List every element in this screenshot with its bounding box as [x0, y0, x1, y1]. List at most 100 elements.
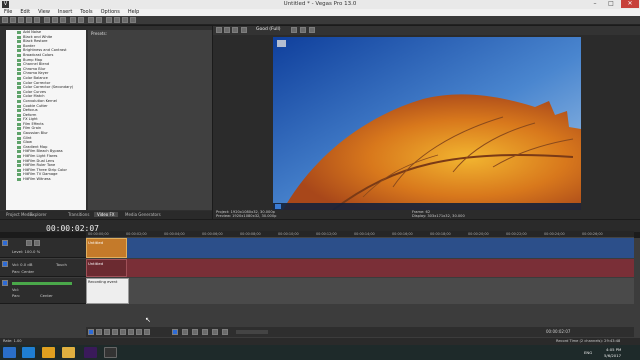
tab-project-media[interactable]: Project Media: [6, 212, 33, 217]
tab-explorer[interactable]: Explorer: [30, 212, 47, 217]
video-clip[interactable]: Untitled: [86, 238, 127, 258]
play-icon[interactable]: [112, 329, 118, 335]
properties-icon[interactable]: [26, 17, 32, 23]
preview-settings-icon[interactable]: [241, 27, 247, 33]
pause-icon[interactable]: [120, 329, 126, 335]
status-bar: Rate: 1.00 Record Time (2 channels): 29:…: [0, 338, 640, 345]
vegas-taskbar-icon[interactable]: [104, 347, 117, 358]
save-snapshot-icon[interactable]: [309, 27, 315, 33]
play-from-start-icon[interactable]: [104, 329, 110, 335]
auto-ripple-icon[interactable]: [96, 17, 102, 23]
lock-envelopes-icon[interactable]: [106, 17, 112, 23]
video-track-lane[interactable]: Untitled: [86, 238, 634, 258]
ruler-mark: 00:00:18;00: [430, 232, 451, 236]
record-time-label: Record Time (2 channels): 29:43:48: [556, 339, 621, 343]
windows-taskbar: ENG 4:05 PM 5/6/2017: [0, 345, 640, 360]
premiere-icon[interactable]: [84, 347, 97, 358]
paste-icon[interactable]: [60, 17, 66, 23]
effects-tree[interactable]: Add Noise Black and White Black Restore …: [6, 30, 86, 210]
title-bar: V Untitled * - Vegas Pro 13.0 – □ ✕: [0, 0, 640, 9]
audio-track-lane[interactable]: Untitled: [86, 259, 634, 277]
ruler-mark: 00:00:24;00: [544, 232, 565, 236]
split-screen-icon[interactable]: [232, 27, 238, 33]
loop-icon[interactable]: [96, 329, 102, 335]
tab-media-generators[interactable]: Media Generators: [125, 212, 161, 217]
cut-icon[interactable]: [44, 17, 50, 23]
menu-help[interactable]: Help: [124, 9, 143, 16]
render-icon[interactable]: [34, 17, 40, 23]
internet-explorer-icon[interactable]: [22, 347, 35, 358]
track-number-icon: [2, 261, 8, 267]
clock-date[interactable]: 5/6/2017: [604, 353, 621, 358]
maximize-button[interactable]: □: [604, 0, 618, 8]
video-clip-name: Untitled: [88, 240, 104, 245]
minimize-button[interactable]: –: [588, 0, 602, 8]
clock-time[interactable]: 4:05 PM: [606, 347, 621, 352]
go-to-start-icon[interactable]: [136, 329, 142, 335]
region-icon[interactable]: [212, 329, 218, 335]
record-icon[interactable]: [88, 329, 94, 335]
tab-transitions[interactable]: Transitions: [68, 212, 89, 217]
external-monitor-icon[interactable]: [224, 27, 230, 33]
menu-edit[interactable]: Edit: [16, 9, 34, 16]
close-button[interactable]: ✕: [621, 0, 639, 8]
timeline-ruler[interactable]: 00:00:00;00 00:00:02;00 00:00:04;00 00:0…: [86, 231, 634, 238]
menu-insert[interactable]: Insert: [54, 9, 76, 16]
chrome-icon[interactable]: [42, 347, 55, 358]
go-to-end-icon[interactable]: [144, 329, 150, 335]
audio-track-1-header[interactable]: Vol: 0.0 dB Touch Pan: Center: [0, 259, 86, 277]
copy-snapshot-icon[interactable]: [300, 27, 306, 33]
edit-tool-icon[interactable]: [172, 329, 178, 335]
ruler-mark: 00:00:02;00: [126, 232, 147, 236]
preview-info: Project: 1920x1080x32, 30.000p Preview: …: [216, 210, 636, 219]
transport-bar: 00:00:02:07: [86, 327, 634, 337]
snap-icon[interactable]: [88, 17, 94, 23]
file-explorer-icon[interactable]: [62, 347, 75, 358]
tab-video-fx[interactable]: Video FX: [94, 212, 118, 217]
solo-icon[interactable]: [34, 240, 40, 246]
video-track-header[interactable]: Level: 100.0 %: [0, 238, 86, 258]
copy-icon[interactable]: [52, 17, 58, 23]
start-button-icon[interactable]: [3, 347, 16, 358]
ruler-mark: 00:00:06;00: [202, 232, 223, 236]
undo-icon[interactable]: [70, 17, 76, 23]
presets-label: Presets:: [91, 31, 107, 36]
language-indicator[interactable]: ENG: [584, 350, 592, 355]
zoom-tool-icon[interactable]: [130, 17, 136, 23]
normal-edit-tool-icon[interactable]: [114, 17, 120, 23]
zoom-slider[interactable]: [236, 330, 268, 334]
meter-bar: [12, 282, 72, 285]
stop-icon[interactable]: [128, 329, 134, 335]
new-project-icon[interactable]: [2, 17, 8, 23]
save-icon[interactable]: [18, 17, 24, 23]
mute-icon[interactable]: [26, 240, 32, 246]
envelope-tool-icon[interactable]: [122, 17, 128, 23]
main-toolbar: [0, 16, 640, 25]
split-icon[interactable]: [182, 329, 188, 335]
audio-track-2-header[interactable]: Vol: Pan: Center: [0, 278, 86, 304]
display-info: Display: 303x171x32, 30.000: [412, 214, 465, 218]
ruler-mark: 00:00:22;00: [506, 232, 527, 236]
ruler-mark: 00:00:16;00: [392, 232, 413, 236]
open-icon[interactable]: [10, 17, 16, 23]
menu-file[interactable]: File: [0, 9, 16, 16]
cursor-position-readout: 00:00:02:07: [546, 329, 571, 334]
menu-tools[interactable]: Tools: [76, 9, 96, 16]
effects-list-item[interactable]: HitFilm Witness: [6, 177, 86, 182]
preview-properties-icon[interactable]: [216, 27, 222, 33]
menu-view[interactable]: View: [34, 9, 54, 16]
recording-clip-name: Recording event: [88, 280, 118, 284]
recording-track-lane[interactable]: Recording event: [86, 278, 634, 304]
preview-quality-dropdown[interactable]: Good (Full): [256, 27, 281, 32]
marker-icon[interactable]: [202, 329, 208, 335]
redo-icon[interactable]: [78, 17, 84, 23]
overlays-icon[interactable]: [291, 27, 297, 33]
ruler-mark: 00:00:20;00: [468, 232, 489, 236]
snap-toggle-icon[interactable]: [222, 329, 228, 335]
automation-mode[interactable]: Touch: [56, 262, 67, 267]
trim-icon[interactable]: [192, 329, 198, 335]
audio-clip[interactable]: Untitled: [86, 259, 127, 277]
recording-clip[interactable]: Recording event: [86, 278, 129, 304]
menu-options[interactable]: Options: [97, 9, 124, 16]
menu-bar: File Edit View Insert Tools Options Help: [0, 9, 640, 16]
